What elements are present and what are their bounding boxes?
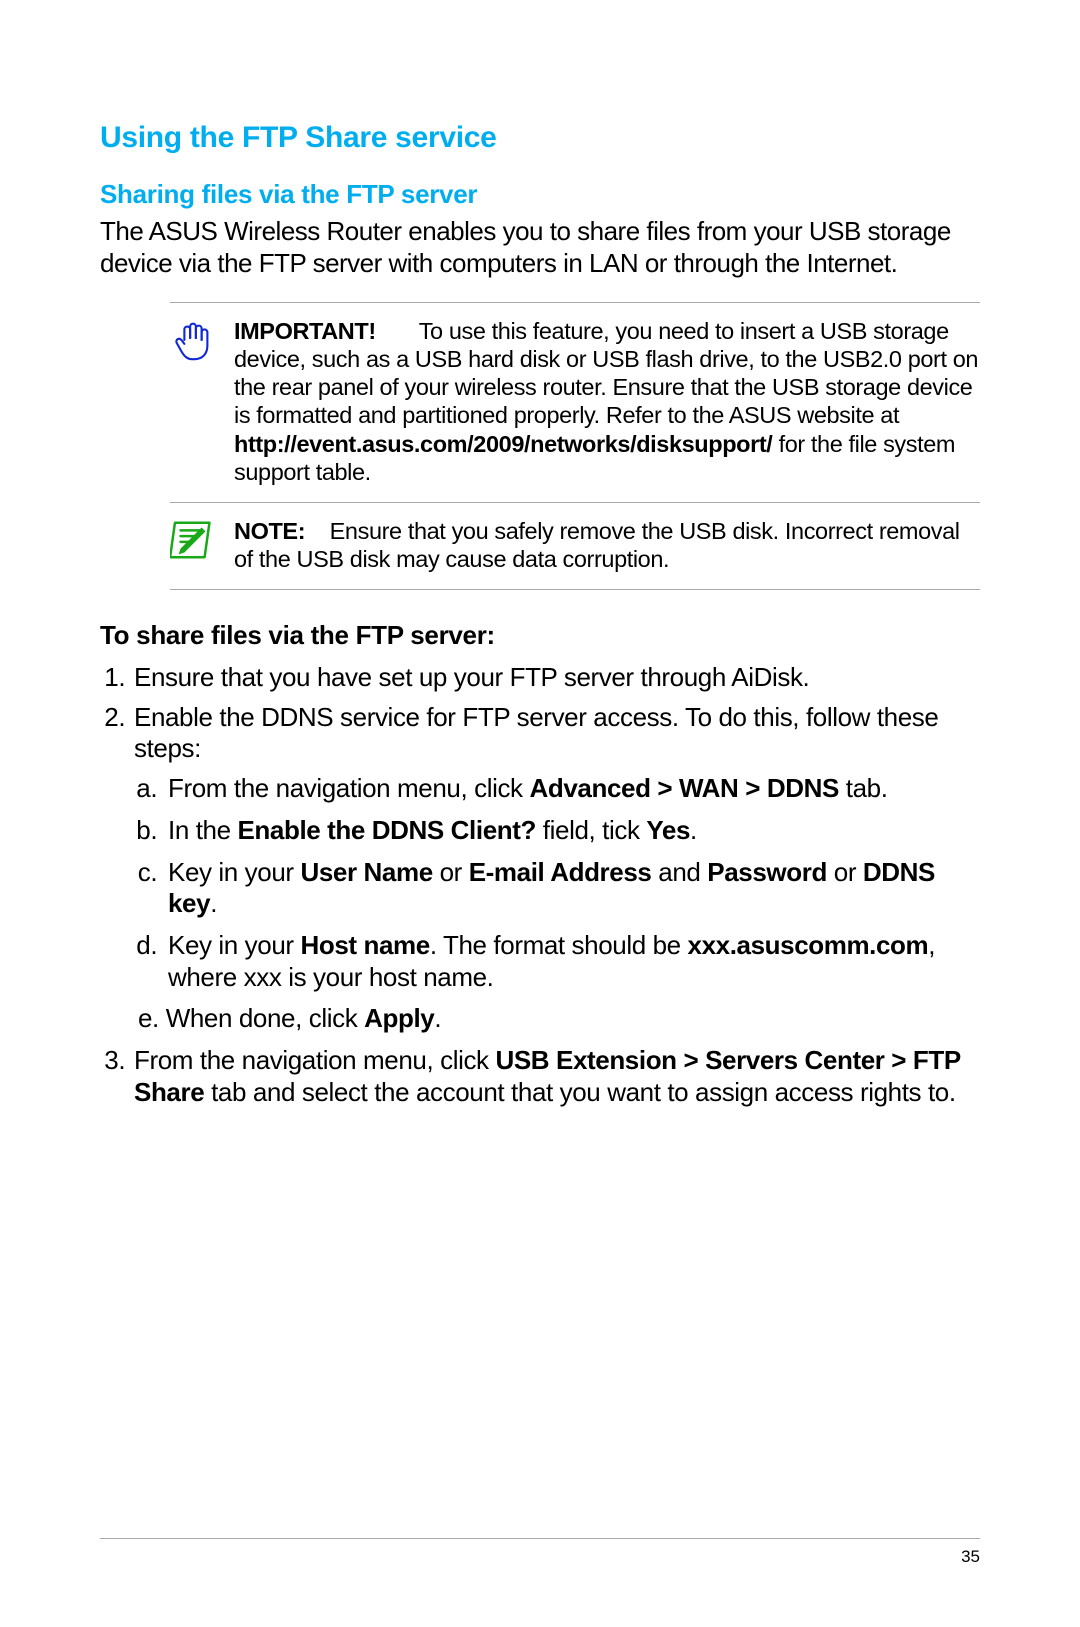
s2c-pre: Key in your [168,857,301,887]
s2e-pre: When done, click [166,1003,364,1033]
document-page: Using the FTP Share service Sharing file… [0,0,1080,1627]
s2a-nav: Advanced > WAN > DDNS [529,773,838,803]
s2b-field: Enable the DDNS Client? [237,815,536,845]
important-callout: IMPORTANT! To use this feature, you need… [170,302,980,502]
steps-list: Ensure that you have set up your FTP ser… [100,662,980,1109]
s2b-mid: field, tick [536,815,646,845]
section-subtitle: Sharing files via the FTP server [100,179,980,211]
s2d-host: Host name [301,930,430,960]
s2e-apply: Apply [364,1003,434,1033]
substep-a: From the navigation menu, click Advanced… [164,773,980,805]
s2c-post: . [210,888,217,918]
content-area: Using the FTP Share service Sharing file… [100,120,980,1538]
s2d-fmt: xxx.asuscomm.com [688,930,929,960]
substep-b: In the Enable the DDNS Client? field, ti… [164,815,980,847]
s2a-post: tab. [839,773,888,803]
s3-pre: From the navigation menu, click [134,1045,495,1075]
step-2: Enable the DDNS service for FTP server a… [132,702,980,1035]
important-url: http://event.asus.com/2009/networks/disk… [234,431,772,457]
s2d-pre: Key in your [168,930,301,960]
s3-post: tab and select the account that you want… [204,1077,955,1107]
s2c-user: User Name [301,857,433,887]
hand-stop-icon [170,317,216,363]
important-text: IMPORTANT! To use this feature, you need… [234,317,980,486]
s2d-mid: . The format should be [430,930,688,960]
step-2-intro: Enable the DDNS service for FTP server a… [134,702,938,764]
note-body: Ensure that you safely remove the USB di… [234,518,960,572]
step-1: Ensure that you have set up your FTP ser… [132,662,980,694]
s2c-and: and [651,857,707,887]
note-callout: NOTE: Ensure that you safely remove the … [170,502,980,590]
intro-paragraph: The ASUS Wireless Router enables you to … [100,216,980,279]
page-footer: 35 [100,1538,980,1567]
note-pencil-icon [170,517,216,563]
s2b-yes: Yes [646,815,690,845]
s2c-or2: or [827,857,863,887]
important-label: IMPORTANT [234,318,368,344]
instructions-heading: To share files via the FTP server: [100,620,980,652]
substep-d: Key in your Host name. The format should… [164,930,980,993]
s2c-pass: Password [707,857,827,887]
s2c-or1: or [433,857,469,887]
note-label: NOTE [234,518,298,544]
s2e-post: . [434,1003,441,1033]
note-text: NOTE: Ensure that you safely remove the … [234,517,980,573]
s2a-pre: From the navigation menu, click [168,773,529,803]
s2b-pre: In the [168,815,237,845]
s2c-email: E-mail Address [469,857,652,887]
page-title: Using the FTP Share service [100,120,980,157]
substep-c: Key in your User Name or E-mail Address … [164,857,980,920]
substep-e: e. When done, click Apply. [134,1003,980,1035]
page-number: 35 [961,1547,980,1566]
substeps-list: From the navigation menu, click Advanced… [134,773,980,1035]
s2b-post: . [690,815,697,845]
step-3: From the navigation menu, click USB Exte… [132,1045,980,1108]
